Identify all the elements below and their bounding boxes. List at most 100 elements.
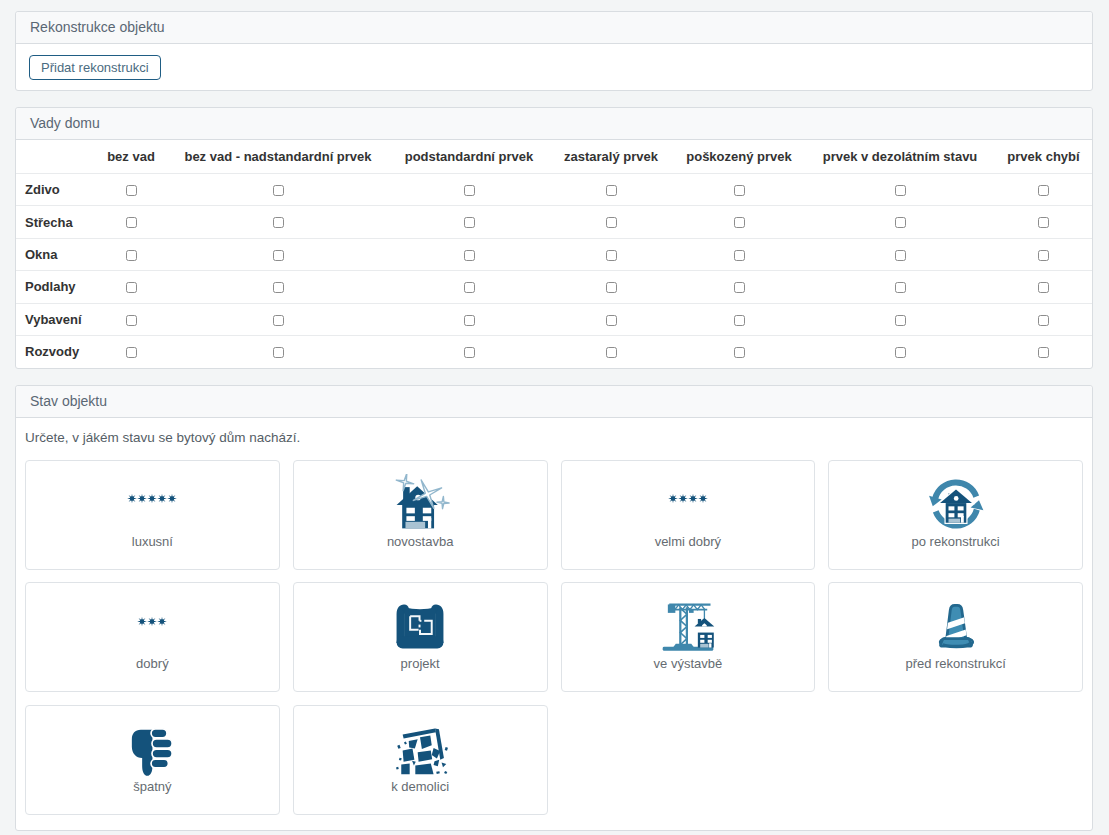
defect-checkbox[interactable] xyxy=(606,185,617,196)
defect-checkbox[interactable] xyxy=(734,282,745,293)
defect-checkbox[interactable] xyxy=(734,217,745,228)
object-condition-panel-header: Stav objektu xyxy=(16,386,1092,418)
condition-option-pred-rekonstrukci[interactable]: před rekonstrukcí xyxy=(828,582,1083,692)
defect-checkbox[interactable] xyxy=(1038,347,1049,358)
defects-cell xyxy=(95,174,167,206)
condition-option-projekt[interactable]: projekt xyxy=(293,582,548,692)
defects-column-header: bez vad xyxy=(95,140,167,174)
condition-option-luxusni[interactable]: luxusní xyxy=(25,460,280,570)
reconstruction-panel: Rekonstrukce objektu Přidat rekonstrukci xyxy=(15,11,1093,91)
defects-cell xyxy=(673,335,805,367)
defects-row-label: Rozvody xyxy=(16,335,95,367)
condition-option-label: projekt xyxy=(401,657,440,671)
defects-cell xyxy=(673,303,805,335)
defect-checkbox[interactable] xyxy=(606,217,617,228)
defect-checkbox[interactable] xyxy=(1038,250,1049,261)
defects-table: bez vad bez vad - nadstandardní prvek po… xyxy=(16,140,1092,368)
defect-checkbox[interactable] xyxy=(464,185,475,196)
condition-option-velmi-dobry[interactable]: velmi dobrý xyxy=(561,460,816,570)
defects-cell xyxy=(995,206,1092,238)
defect-checkbox[interactable] xyxy=(606,315,617,326)
defect-checkbox[interactable] xyxy=(126,250,137,261)
condition-option-k-demolici[interactable]: k demolici xyxy=(293,705,548,815)
defect-checkbox[interactable] xyxy=(273,282,284,293)
defects-row-zdivo: Zdivo xyxy=(16,174,1092,206)
add-reconstruction-button[interactable]: Přidat rekonstrukci xyxy=(29,55,161,80)
defect-checkbox[interactable] xyxy=(895,315,906,326)
defect-checkbox[interactable] xyxy=(734,347,745,358)
defects-cell xyxy=(389,174,549,206)
defect-checkbox[interactable] xyxy=(895,250,906,261)
condition-options-grid: luxusní novostavba velmi dobrý po rekons… xyxy=(25,460,1083,815)
defect-checkbox[interactable] xyxy=(126,315,137,326)
defects-cell xyxy=(673,271,805,303)
defect-checkbox[interactable] xyxy=(126,217,137,228)
defects-cell xyxy=(167,238,389,270)
house-defects-panel-header: Vady domu xyxy=(16,108,1092,140)
reconstruction-panel-body: Přidat rekonstrukci xyxy=(16,44,1092,90)
defect-checkbox[interactable] xyxy=(464,282,475,293)
defect-checkbox[interactable] xyxy=(464,217,475,228)
defects-table-body: ZdivoStřechaOknaPodlahyVybaveníRozvody xyxy=(16,174,1092,368)
demolition-icon xyxy=(390,719,450,779)
defect-checkbox[interactable] xyxy=(464,315,475,326)
defects-cell xyxy=(389,271,549,303)
defects-column-header: prvek chybí xyxy=(995,140,1092,174)
defects-column-header: bez vad - nadstandardní prvek xyxy=(167,140,389,174)
object-condition-panel-title: Stav objektu xyxy=(30,393,107,409)
defects-cell xyxy=(167,174,389,206)
defects-cell xyxy=(549,174,673,206)
defects-cell xyxy=(549,335,673,367)
defect-checkbox[interactable] xyxy=(273,347,284,358)
defect-checkbox[interactable] xyxy=(1038,185,1049,196)
defect-checkbox[interactable] xyxy=(606,347,617,358)
defects-cell xyxy=(167,303,389,335)
defect-checkbox[interactable] xyxy=(126,347,137,358)
defects-cell xyxy=(805,303,995,335)
defect-checkbox[interactable] xyxy=(895,217,906,228)
defect-checkbox[interactable] xyxy=(895,185,906,196)
blueprint-icon xyxy=(390,596,450,656)
defects-cell xyxy=(805,335,995,367)
defect-checkbox[interactable] xyxy=(734,185,745,196)
defect-checkbox[interactable] xyxy=(1038,315,1049,326)
reconstruction-panel-header: Rekonstrukce objektu xyxy=(16,12,1092,44)
defects-cell xyxy=(95,238,167,270)
condition-option-novostavba[interactable]: novostavba xyxy=(293,460,548,570)
condition-option-dobry[interactable]: dobrý xyxy=(25,582,280,692)
defects-cell xyxy=(805,206,995,238)
defect-checkbox[interactable] xyxy=(464,347,475,358)
defect-checkbox[interactable] xyxy=(734,315,745,326)
defects-cell xyxy=(805,271,995,303)
defects-row-okna: Okna xyxy=(16,238,1092,270)
defect-checkbox[interactable] xyxy=(606,250,617,261)
defects-cell xyxy=(95,206,167,238)
defects-column-header: zastaralý prvek xyxy=(549,140,673,174)
defect-checkbox[interactable] xyxy=(734,250,745,261)
defects-cell xyxy=(995,174,1092,206)
defect-checkbox[interactable] xyxy=(1038,217,1049,228)
defects-cell xyxy=(95,303,167,335)
defect-checkbox[interactable] xyxy=(895,282,906,293)
defect-checkbox[interactable] xyxy=(126,282,137,293)
defect-checkbox[interactable] xyxy=(126,185,137,196)
defect-checkbox[interactable] xyxy=(273,217,284,228)
condition-option-label: před rekonstrukcí xyxy=(905,657,1005,671)
defects-cell xyxy=(389,303,549,335)
defect-checkbox[interactable] xyxy=(1038,282,1049,293)
defect-checkbox[interactable] xyxy=(273,185,284,196)
defect-checkbox[interactable] xyxy=(895,347,906,358)
defect-checkbox[interactable] xyxy=(606,282,617,293)
defect-checkbox[interactable] xyxy=(273,315,284,326)
condition-option-spatny[interactable]: špatný xyxy=(25,705,280,815)
condition-option-label: ve výstavbě xyxy=(654,657,723,671)
defects-corner-cell xyxy=(16,140,95,174)
defects-cell xyxy=(389,238,549,270)
defect-checkbox[interactable] xyxy=(464,250,475,261)
defect-checkbox[interactable] xyxy=(273,250,284,261)
defects-cell xyxy=(805,238,995,270)
condition-option-label: po rekonstrukci xyxy=(912,535,1000,549)
traffic-cone-icon xyxy=(926,596,986,656)
condition-option-po-rekonstrukci[interactable]: po rekonstrukci xyxy=(828,460,1083,570)
condition-option-ve-vystavbe[interactable]: ve výstavbě xyxy=(561,582,816,692)
